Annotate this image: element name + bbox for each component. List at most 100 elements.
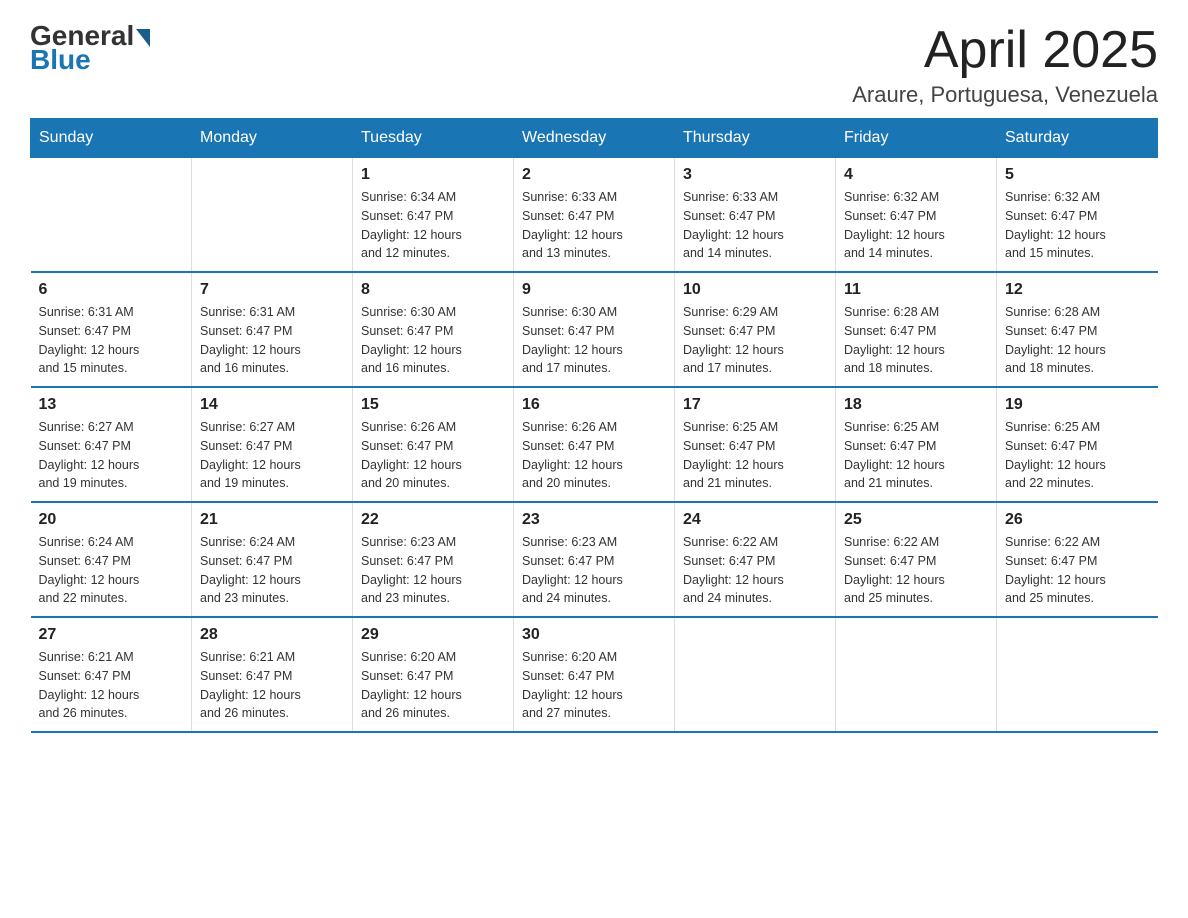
calendar-cell-r5-c4: 30 Sunrise: 6:20 AM Sunset: 6:47 PM Dayli… — [514, 617, 675, 732]
calendar-cell-r1-c1 — [31, 158, 192, 273]
day-number: 9 — [522, 281, 666, 299]
day-info: Sunrise: 6:20 AM Sunset: 6:47 PM Dayligh… — [361, 648, 505, 723]
day-number: 17 — [683, 396, 827, 414]
logo: General Blue — [30, 20, 150, 76]
day-info: Sunrise: 6:22 AM Sunset: 6:47 PM Dayligh… — [683, 533, 827, 608]
calendar-cell-r2-c6: 11 Sunrise: 6:28 AM Sunset: 6:47 PM Dayli… — [836, 272, 997, 387]
calendar-cell-r1-c6: 4 Sunrise: 6:32 AM Sunset: 6:47 PM Daylig… — [836, 158, 997, 273]
day-number: 20 — [39, 511, 184, 529]
location-title: Araure, Portuguesa, Venezuela — [852, 82, 1158, 108]
day-number: 1 — [361, 166, 505, 184]
day-number: 21 — [200, 511, 344, 529]
calendar-cell-r3-c3: 15 Sunrise: 6:26 AM Sunset: 6:47 PM Dayli… — [353, 387, 514, 502]
day-info: Sunrise: 6:25 AM Sunset: 6:47 PM Dayligh… — [844, 418, 988, 493]
calendar-cell-r2-c5: 10Sunrise: 6:29 AM Sunset: 6:47 PM Dayli… — [675, 272, 836, 387]
day-info: Sunrise: 6:26 AM Sunset: 6:47 PM Dayligh… — [361, 418, 505, 493]
day-info: Sunrise: 6:30 AM Sunset: 6:47 PM Dayligh… — [361, 303, 505, 378]
day-info: Sunrise: 6:25 AM Sunset: 6:47 PM Dayligh… — [1005, 418, 1150, 493]
day-number: 12 — [1005, 281, 1150, 299]
calendar-cell-r5-c6 — [836, 617, 997, 732]
day-number: 25 — [844, 511, 988, 529]
calendar-cell-r5-c2: 28 Sunrise: 6:21 AM Sunset: 6:47 PM Dayli… — [192, 617, 353, 732]
day-info: Sunrise: 6:30 AM Sunset: 6:47 PM Dayligh… — [522, 303, 666, 378]
calendar-cell-r5-c3: 29 Sunrise: 6:20 AM Sunset: 6:47 PM Dayli… — [353, 617, 514, 732]
calendar-row-1: 1Sunrise: 6:34 AM Sunset: 6:47 PM Daylig… — [31, 158, 1158, 273]
day-number: 8 — [361, 281, 505, 299]
calendar-cell-r1-c7: 5 Sunrise: 6:32 AM Sunset: 6:47 PM Daylig… — [997, 158, 1158, 273]
calendar-row-2: 6 Sunrise: 6:31 AM Sunset: 6:47 PM Daylig… — [31, 272, 1158, 387]
day-number: 15 — [361, 396, 505, 414]
day-number: 26 — [1005, 511, 1150, 529]
day-number: 22 — [361, 511, 505, 529]
day-info: Sunrise: 6:20 AM Sunset: 6:47 PM Dayligh… — [522, 648, 666, 723]
calendar-cell-r3-c4: 16Sunrise: 6:26 AM Sunset: 6:47 PM Dayli… — [514, 387, 675, 502]
day-number: 28 — [200, 626, 344, 644]
day-info: Sunrise: 6:25 AM Sunset: 6:47 PM Dayligh… — [683, 418, 827, 493]
day-info: Sunrise: 6:22 AM Sunset: 6:47 PM Dayligh… — [844, 533, 988, 608]
logo-arrow-icon — [136, 29, 150, 47]
col-header-friday: Friday — [836, 119, 997, 158]
page-header: General Blue April 2025 Araure, Portugue… — [30, 20, 1158, 108]
col-header-monday: Monday — [192, 119, 353, 158]
day-info: Sunrise: 6:22 AM Sunset: 6:47 PM Dayligh… — [1005, 533, 1150, 608]
day-number: 30 — [522, 626, 666, 644]
calendar-cell-r4-c6: 25 Sunrise: 6:22 AM Sunset: 6:47 PM Dayli… — [836, 502, 997, 617]
calendar-cell-r3-c6: 18Sunrise: 6:25 AM Sunset: 6:47 PM Dayli… — [836, 387, 997, 502]
col-header-thursday: Thursday — [675, 119, 836, 158]
day-number: 7 — [200, 281, 344, 299]
day-number: 24 — [683, 511, 827, 529]
title-block: April 2025 Araure, Portuguesa, Venezuela — [852, 20, 1158, 108]
month-title: April 2025 — [852, 20, 1158, 80]
day-number: 5 — [1005, 166, 1150, 184]
calendar-cell-r3-c2: 14 Sunrise: 6:27 AM Sunset: 6:47 PM Dayli… — [192, 387, 353, 502]
calendar-cell-r4-c5: 24 Sunrise: 6:22 AM Sunset: 6:47 PM Dayli… — [675, 502, 836, 617]
calendar-cell-r5-c7 — [997, 617, 1158, 732]
col-header-tuesday: Tuesday — [353, 119, 514, 158]
calendar-cell-r4-c1: 20 Sunrise: 6:24 AM Sunset: 6:47 PM Dayli… — [31, 502, 192, 617]
day-info: Sunrise: 6:24 AM Sunset: 6:47 PM Dayligh… — [200, 533, 344, 608]
day-number: 23 — [522, 511, 666, 529]
calendar-cell-r2-c3: 8 Sunrise: 6:30 AM Sunset: 6:47 PM Daylig… — [353, 272, 514, 387]
calendar-row-5: 27 Sunrise: 6:21 AM Sunset: 6:47 PM Dayli… — [31, 617, 1158, 732]
day-number: 14 — [200, 396, 344, 414]
day-info: Sunrise: 6:29 AM Sunset: 6:47 PM Dayligh… — [683, 303, 827, 378]
day-info: Sunrise: 6:23 AM Sunset: 6:47 PM Dayligh… — [361, 533, 505, 608]
day-info: Sunrise: 6:28 AM Sunset: 6:47 PM Dayligh… — [844, 303, 988, 378]
day-number: 3 — [683, 166, 827, 184]
day-info: Sunrise: 6:32 AM Sunset: 6:47 PM Dayligh… — [844, 188, 988, 263]
day-info: Sunrise: 6:21 AM Sunset: 6:47 PM Dayligh… — [39, 648, 184, 723]
day-number: 4 — [844, 166, 988, 184]
calendar-header-row: Sunday Monday Tuesday Wednesday Thursday… — [31, 119, 1158, 158]
calendar-cell-r4-c3: 22 Sunrise: 6:23 AM Sunset: 6:47 PM Dayli… — [353, 502, 514, 617]
day-number: 19 — [1005, 396, 1150, 414]
day-info: Sunrise: 6:21 AM Sunset: 6:47 PM Dayligh… — [200, 648, 344, 723]
calendar-row-4: 20 Sunrise: 6:24 AM Sunset: 6:47 PM Dayli… — [31, 502, 1158, 617]
day-info: Sunrise: 6:27 AM Sunset: 6:47 PM Dayligh… — [200, 418, 344, 493]
calendar-cell-r2-c7: 12Sunrise: 6:28 AM Sunset: 6:47 PM Dayli… — [997, 272, 1158, 387]
calendar-cell-r5-c1: 27 Sunrise: 6:21 AM Sunset: 6:47 PM Dayli… — [31, 617, 192, 732]
logo-blue-text: Blue — [30, 44, 91, 76]
calendar-cell-r3-c7: 19 Sunrise: 6:25 AM Sunset: 6:47 PM Dayli… — [997, 387, 1158, 502]
day-info: Sunrise: 6:24 AM Sunset: 6:47 PM Dayligh… — [39, 533, 184, 608]
calendar-cell-r3-c5: 17 Sunrise: 6:25 AM Sunset: 6:47 PM Dayli… — [675, 387, 836, 502]
calendar-cell-r4-c7: 26 Sunrise: 6:22 AM Sunset: 6:47 PM Dayli… — [997, 502, 1158, 617]
day-number: 6 — [39, 281, 184, 299]
day-number: 13 — [39, 396, 184, 414]
col-header-saturday: Saturday — [997, 119, 1158, 158]
day-info: Sunrise: 6:33 AM Sunset: 6:47 PM Dayligh… — [683, 188, 827, 263]
day-info: Sunrise: 6:31 AM Sunset: 6:47 PM Dayligh… — [39, 303, 184, 378]
calendar-cell-r5-c5 — [675, 617, 836, 732]
calendar-cell-r2-c1: 6 Sunrise: 6:31 AM Sunset: 6:47 PM Daylig… — [31, 272, 192, 387]
day-number: 11 — [844, 281, 988, 299]
calendar-cell-r1-c4: 2Sunrise: 6:33 AM Sunset: 6:47 PM Daylig… — [514, 158, 675, 273]
day-number: 27 — [39, 626, 184, 644]
day-info: Sunrise: 6:26 AM Sunset: 6:47 PM Dayligh… — [522, 418, 666, 493]
col-header-wednesday: Wednesday — [514, 119, 675, 158]
calendar-cell-r1-c5: 3 Sunrise: 6:33 AM Sunset: 6:47 PM Daylig… — [675, 158, 836, 273]
day-info: Sunrise: 6:27 AM Sunset: 6:47 PM Dayligh… — [39, 418, 184, 493]
day-info: Sunrise: 6:32 AM Sunset: 6:47 PM Dayligh… — [1005, 188, 1150, 263]
day-number: 2 — [522, 166, 666, 184]
calendar-cell-r3-c1: 13 Sunrise: 6:27 AM Sunset: 6:47 PM Dayli… — [31, 387, 192, 502]
day-number: 29 — [361, 626, 505, 644]
day-info: Sunrise: 6:31 AM Sunset: 6:47 PM Dayligh… — [200, 303, 344, 378]
